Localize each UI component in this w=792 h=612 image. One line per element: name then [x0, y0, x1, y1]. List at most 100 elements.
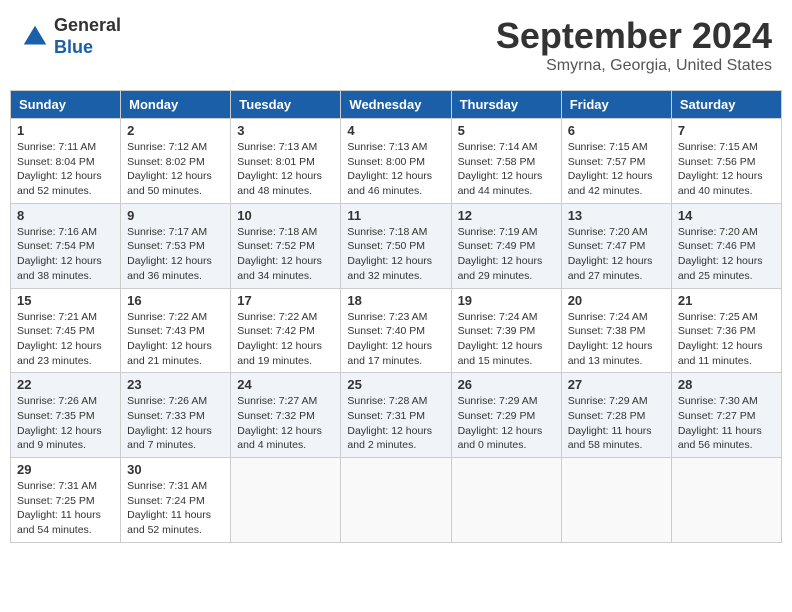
- logo-icon: [20, 22, 50, 52]
- calendar-day-cell: 12 Sunrise: 7:19 AMSunset: 7:49 PMDayligh…: [451, 203, 561, 288]
- day-info: Sunrise: 7:13 AMSunset: 8:01 PMDaylight:…: [237, 140, 334, 199]
- day-number: 13: [568, 208, 665, 223]
- logo-blue: Blue: [54, 37, 121, 59]
- calendar-header-row: SundayMondayTuesdayWednesdayThursdayFrid…: [11, 91, 782, 119]
- calendar-day-cell: 14Sunrise: 7:20 AMSunset: 7:46 PMDayligh…: [671, 203, 781, 288]
- calendar-day-cell: [451, 458, 561, 543]
- day-number: 1: [17, 123, 114, 138]
- day-number: 19: [458, 293, 555, 308]
- calendar-day-cell: 13 Sunrise: 7:20 AMSunset: 7:47 PMDayligh…: [561, 203, 671, 288]
- day-info: Sunrise: 7:18 AMSunset: 7:52 PMDaylight:…: [237, 225, 334, 284]
- day-number: 21: [678, 293, 775, 308]
- calendar-day-cell: 6 Sunrise: 7:15 AMSunset: 7:57 PMDaylight…: [561, 119, 671, 204]
- calendar-day-cell: 2Sunrise: 7:12 AMSunset: 8:02 PMDaylight…: [121, 119, 231, 204]
- day-of-week-header: Monday: [121, 91, 231, 119]
- calendar-day-cell: 11 Sunrise: 7:18 AMSunset: 7:50 PMDayligh…: [341, 203, 451, 288]
- day-number: 23: [127, 377, 224, 392]
- day-number: 29: [17, 462, 114, 477]
- day-info: Sunrise: 7:23 AMSunset: 7:40 PMDaylight:…: [347, 310, 444, 369]
- calendar-day-cell: 24Sunrise: 7:27 AMSunset: 7:32 PMDayligh…: [231, 373, 341, 458]
- page-header: General Blue September 2024 Smyrna, Geor…: [10, 10, 782, 80]
- calendar-day-cell: 22 Sunrise: 7:26 AMSunset: 7:35 PMDayligh…: [11, 373, 121, 458]
- day-number: 20: [568, 293, 665, 308]
- day-info: Sunrise: 7:31 AMSunset: 7:24 PMDaylight:…: [127, 479, 224, 538]
- day-number: 12: [458, 208, 555, 223]
- day-info: Sunrise: 7:24 AMSunset: 7:38 PMDaylight:…: [568, 310, 665, 369]
- day-number: 26: [458, 377, 555, 392]
- subtitle: Smyrna, Georgia, United States: [496, 57, 772, 75]
- calendar-day-cell: 16Sunrise: 7:22 AMSunset: 7:43 PMDayligh…: [121, 288, 231, 373]
- calendar-day-cell: 10 Sunrise: 7:18 AMSunset: 7:52 PMDayligh…: [231, 203, 341, 288]
- day-info: Sunrise: 7:15 AMSunset: 7:56 PMDaylight:…: [678, 140, 775, 199]
- day-number: 11: [347, 208, 444, 223]
- day-info: Sunrise: 7:22 AMSunset: 7:42 PMDaylight:…: [237, 310, 334, 369]
- day-number: 8: [17, 208, 114, 223]
- day-of-week-header: Saturday: [671, 91, 781, 119]
- calendar-day-cell: 4 Sunrise: 7:13 AMSunset: 8:00 PMDaylight…: [341, 119, 451, 204]
- calendar-day-cell: 7 Sunrise: 7:15 AMSunset: 7:56 PMDaylight…: [671, 119, 781, 204]
- day-info: Sunrise: 7:21 AMSunset: 7:45 PMDaylight:…: [17, 310, 114, 369]
- calendar-day-cell: 17 Sunrise: 7:22 AMSunset: 7:42 PMDayligh…: [231, 288, 341, 373]
- calendar-day-cell: [231, 458, 341, 543]
- calendar-day-cell: 30 Sunrise: 7:31 AMSunset: 7:24 PMDayligh…: [121, 458, 231, 543]
- day-info: Sunrise: 7:28 AMSunset: 7:31 PMDaylight:…: [347, 394, 444, 453]
- day-of-week-header: Wednesday: [341, 91, 451, 119]
- day-number: 10: [237, 208, 334, 223]
- calendar-week-row: 1Sunrise: 7:11 AMSunset: 8:04 PMDaylight…: [11, 119, 782, 204]
- day-info: Sunrise: 7:27 AMSunset: 7:32 PMDaylight:…: [237, 394, 334, 453]
- day-number: 5: [458, 123, 555, 138]
- day-of-week-header: Sunday: [11, 91, 121, 119]
- calendar-day-cell: 28Sunrise: 7:30 AMSunset: 7:27 PMDayligh…: [671, 373, 781, 458]
- day-info: Sunrise: 7:26 AMSunset: 7:35 PMDaylight:…: [17, 394, 114, 453]
- day-number: 18: [347, 293, 444, 308]
- day-of-week-header: Tuesday: [231, 91, 341, 119]
- calendar-day-cell: 20 Sunrise: 7:24 AMSunset: 7:38 PMDayligh…: [561, 288, 671, 373]
- day-info: Sunrise: 7:15 AMSunset: 7:57 PMDaylight:…: [568, 140, 665, 199]
- calendar-day-cell: 5 Sunrise: 7:14 AMSunset: 7:58 PMDaylight…: [451, 119, 561, 204]
- calendar-day-cell: 19 Sunrise: 7:24 AMSunset: 7:39 PMDayligh…: [451, 288, 561, 373]
- day-of-week-header: Friday: [561, 91, 671, 119]
- day-number: 14: [678, 208, 775, 223]
- calendar-day-cell: 26Sunrise: 7:29 AMSunset: 7:29 PMDayligh…: [451, 373, 561, 458]
- day-info: Sunrise: 7:13 AMSunset: 8:00 PMDaylight:…: [347, 140, 444, 199]
- day-number: 6: [568, 123, 665, 138]
- calendar-day-cell: 18 Sunrise: 7:23 AMSunset: 7:40 PMDayligh…: [341, 288, 451, 373]
- day-number: 17: [237, 293, 334, 308]
- day-info: Sunrise: 7:19 AMSunset: 7:49 PMDaylight:…: [458, 225, 555, 284]
- day-info: Sunrise: 7:12 AMSunset: 8:02 PMDaylight:…: [127, 140, 224, 199]
- day-info: Sunrise: 7:29 AMSunset: 7:28 PMDaylight:…: [568, 394, 665, 453]
- day-info: Sunrise: 7:16 AMSunset: 7:54 PMDaylight:…: [17, 225, 114, 284]
- logo-general: General: [54, 15, 121, 37]
- day-number: 7: [678, 123, 775, 138]
- title-block: September 2024 Smyrna, Georgia, United S…: [496, 15, 772, 75]
- calendar-day-cell: 27 Sunrise: 7:29 AMSunset: 7:28 PMDayligh…: [561, 373, 671, 458]
- day-info: Sunrise: 7:26 AMSunset: 7:33 PMDaylight:…: [127, 394, 224, 453]
- day-info: Sunrise: 7:24 AMSunset: 7:39 PMDaylight:…: [458, 310, 555, 369]
- day-info: Sunrise: 7:14 AMSunset: 7:58 PMDaylight:…: [458, 140, 555, 199]
- calendar-day-cell: 9 Sunrise: 7:17 AMSunset: 7:53 PMDaylight…: [121, 203, 231, 288]
- day-number: 27: [568, 377, 665, 392]
- day-number: 30: [127, 462, 224, 477]
- day-number: 25: [347, 377, 444, 392]
- calendar-table: SundayMondayTuesdayWednesdayThursdayFrid…: [10, 90, 782, 543]
- day-info: Sunrise: 7:18 AMSunset: 7:50 PMDaylight:…: [347, 225, 444, 284]
- day-number: 9: [127, 208, 224, 223]
- calendar-day-cell: 21 Sunrise: 7:25 AMSunset: 7:36 PMDayligh…: [671, 288, 781, 373]
- day-info: Sunrise: 7:25 AMSunset: 7:36 PMDaylight:…: [678, 310, 775, 369]
- calendar-day-cell: 25 Sunrise: 7:28 AMSunset: 7:31 PMDayligh…: [341, 373, 451, 458]
- calendar-day-cell: 3 Sunrise: 7:13 AMSunset: 8:01 PMDaylight…: [231, 119, 341, 204]
- day-info: Sunrise: 7:22 AMSunset: 7:43 PMDaylight:…: [127, 310, 224, 369]
- calendar-day-cell: [561, 458, 671, 543]
- day-info: Sunrise: 7:31 AMSunset: 7:25 PMDaylight:…: [17, 479, 114, 538]
- day-number: 15: [17, 293, 114, 308]
- day-number: 4: [347, 123, 444, 138]
- day-info: Sunrise: 7:20 AMSunset: 7:47 PMDaylight:…: [568, 225, 665, 284]
- day-info: Sunrise: 7:17 AMSunset: 7:53 PMDaylight:…: [127, 225, 224, 284]
- day-number: 22: [17, 377, 114, 392]
- main-title: September 2024: [496, 15, 772, 57]
- calendar-day-cell: 29 Sunrise: 7:31 AMSunset: 7:25 PMDayligh…: [11, 458, 121, 543]
- logo: General Blue: [20, 15, 121, 58]
- day-number: 3: [237, 123, 334, 138]
- day-of-week-header: Thursday: [451, 91, 561, 119]
- calendar-day-cell: 15 Sunrise: 7:21 AMSunset: 7:45 PMDayligh…: [11, 288, 121, 373]
